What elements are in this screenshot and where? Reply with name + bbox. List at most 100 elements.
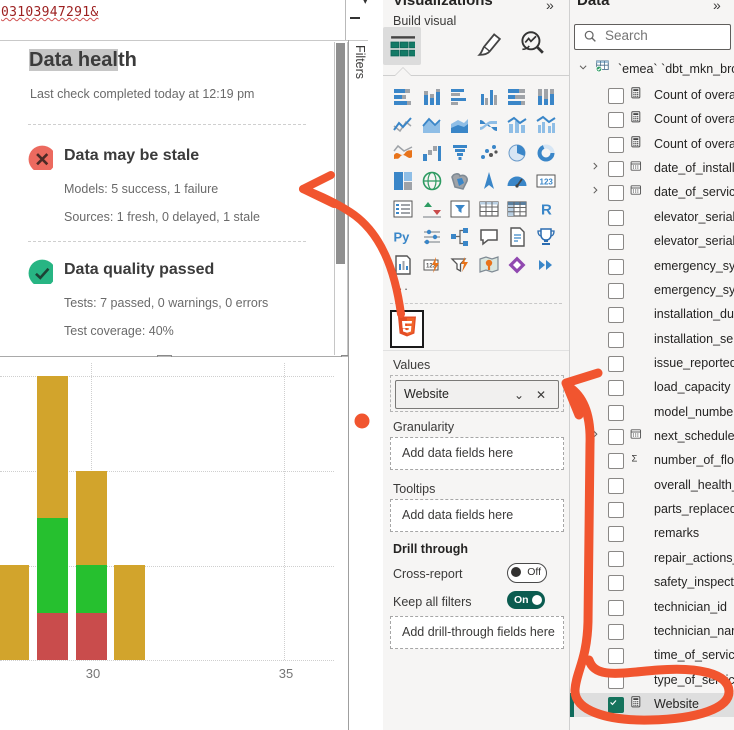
bar-segment-gold[interactable] <box>37 376 68 518</box>
field-row-Countofoveral[interactable]: Count of overal... <box>570 108 734 132</box>
field-row-Countofoveral[interactable]: Count of overal... <box>570 84 734 108</box>
visual-python-visual-icon[interactable]: Py <box>392 226 416 250</box>
visual-area-chart-icon[interactable] <box>421 114 445 138</box>
field-checkbox[interactable] <box>608 526 624 542</box>
caret-down-icon[interactable]: ▾ <box>363 0 368 7</box>
bar-segment-red[interactable] <box>76 613 107 660</box>
field-row-safety_inspectio[interactable]: safety_inspectio... <box>570 571 734 595</box>
values-well[interactable]: Website ⌄ ✕ <box>390 375 564 412</box>
granularity-well[interactable]: Add data fields here <box>390 437 564 470</box>
visual-clustered-column-chart-icon[interactable] <box>478 86 502 110</box>
visual-card-icon[interactable]: 123 <box>535 170 559 194</box>
field-checkbox[interactable] <box>608 673 624 689</box>
field-row-load_capacity[interactable]: load_capacity <box>570 376 734 400</box>
chevron-down-icon[interactable] <box>578 62 593 82</box>
field-row-Website[interactable]: Website <box>570 693 734 717</box>
visual-acterys-visual-icon[interactable] <box>506 254 530 278</box>
field-row-date_of_service[interactable]: date_of_service <box>570 181 734 205</box>
field-checkbox[interactable] <box>608 600 624 616</box>
chevron-down-icon[interactable]: ⌄ <box>514 388 524 402</box>
bar-segment-green[interactable] <box>76 565 107 612</box>
minimize-icon[interactable] <box>350 17 360 19</box>
visual-arcgis-map-icon[interactable] <box>478 254 502 278</box>
more-visuals-button[interactable]: ... <box>393 278 410 293</box>
field-row-installation_serv[interactable]: installation_serv... <box>570 328 734 352</box>
build-visual-icon[interactable] <box>389 34 415 63</box>
visual-funnel-chart-icon[interactable] <box>449 142 473 166</box>
visual-100-stacked-column-chart-icon[interactable] <box>535 86 559 110</box>
visual-scatter-chart-icon[interactable] <box>478 142 502 166</box>
visual-line-and-clustered-column-chart-icon[interactable] <box>535 114 559 138</box>
visual-azure-map-icon[interactable] <box>478 170 502 194</box>
visual-wave-chart-icon[interactable] <box>392 142 416 166</box>
field-row-next_scheduled[interactable]: next_scheduled... <box>570 425 734 449</box>
field-row-Countofoveral[interactable]: Count of overal... <box>570 133 734 157</box>
bar-segment-gold[interactable] <box>114 565 145 660</box>
visual-line-and-stacked-column-chart-icon[interactable] <box>506 114 530 138</box>
field-row-installation_dur[interactable]: installation_dur... <box>570 303 734 327</box>
card-scrollbar[interactable] <box>334 42 348 355</box>
field-checkbox[interactable] <box>608 575 624 591</box>
visual-kpi-icon[interactable] <box>421 198 445 222</box>
field-checkbox[interactable] <box>608 283 624 299</box>
chevron-right-icon[interactable] <box>590 161 605 181</box>
field-checkbox[interactable] <box>608 112 624 128</box>
field-checkbox[interactable] <box>608 380 624 396</box>
analytics-icon[interactable] <box>519 30 544 60</box>
bar-segment-red[interactable] <box>37 613 68 660</box>
chevron-right-icon[interactable] <box>590 429 605 449</box>
field-row-elevator_serial_[interactable]: elevator_serial_... <box>570 206 734 230</box>
field-row-emergency_syst[interactable]: emergency_syst... <box>570 279 734 303</box>
visual-paginated-report-icon[interactable] <box>392 254 416 278</box>
bar-segment-gold[interactable] <box>76 471 107 566</box>
collapse-pane-icon[interactable]: » <box>546 0 554 13</box>
visual-100-stacked-bar-chart-icon[interactable] <box>506 86 530 110</box>
format-visual-icon[interactable] <box>476 31 501 61</box>
stacked-column-chart[interactable]: 3035 <box>0 357 348 730</box>
field-row-type_of_service[interactable]: type_of_service <box>570 669 734 693</box>
field-row-number_of_floo[interactable]: Σnumber_of_floo... <box>570 449 734 473</box>
drill-through-well[interactable]: Add drill-through fields here <box>390 616 564 649</box>
visual-line-chart-icon[interactable] <box>392 114 416 138</box>
visual-gauge-icon[interactable] <box>506 170 530 194</box>
field-row-overall_health_c[interactable]: overall_health_c... <box>570 474 734 498</box>
visual-decomposition-tree-icon[interactable] <box>449 226 473 250</box>
visual-stacked-column-chart-icon[interactable] <box>421 86 445 110</box>
field-checkbox[interactable] <box>608 307 624 323</box>
visual-stacked-area-chart-icon[interactable] <box>449 114 473 138</box>
collapse-pane-icon[interactable]: » <box>713 0 721 13</box>
field-checkbox[interactable] <box>608 478 624 494</box>
bar-segment-green[interactable] <box>37 518 68 613</box>
field-row-remarks[interactable]: remarks <box>570 522 734 546</box>
table-row[interactable]: `emea` `dbt_mkn_bron... <box>570 58 734 82</box>
visual-r-script-visual-icon[interactable]: R <box>535 198 559 222</box>
scrollbar-thumb[interactable] <box>336 43 345 264</box>
visual-table-icon[interactable] <box>478 198 502 222</box>
field-checkbox[interactable] <box>608 161 624 177</box>
visual-multi-row-card-icon[interactable] <box>392 198 416 222</box>
visual-clustered-bar-chart-icon[interactable] <box>449 86 473 110</box>
visual-pie-chart-icon[interactable] <box>506 142 530 166</box>
bar-segment-gold[interactable] <box>0 565 29 660</box>
visual-power-apps-icon[interactable]: 123 <box>421 254 445 278</box>
field-row-parts_replaced[interactable]: parts_replaced <box>570 498 734 522</box>
field-checkbox[interactable] <box>608 405 624 421</box>
field-checkbox[interactable] <box>608 356 624 372</box>
field-row-issue_reported[interactable]: issue_reported <box>570 352 734 376</box>
visual-power-automate-visual-icon[interactable] <box>449 254 473 278</box>
field-row-technician_id[interactable]: technician_id <box>570 596 734 620</box>
visual-map-icon[interactable] <box>421 170 445 194</box>
chevron-right-icon[interactable] <box>590 185 605 205</box>
field-row-date_of_installa[interactable]: date_of_installa... <box>570 157 734 181</box>
field-checkbox[interactable] <box>608 185 624 201</box>
field-checkbox[interactable] <box>608 259 624 275</box>
field-checkbox[interactable] <box>608 332 624 348</box>
field-checkbox[interactable] <box>608 137 624 153</box>
field-checkbox[interactable] <box>608 697 624 713</box>
visual-ribbon-chart-icon[interactable] <box>478 114 502 138</box>
field-checkbox[interactable] <box>608 453 624 469</box>
visual-waterfall-chart-icon[interactable] <box>421 142 445 166</box>
visual-power-automate-flow-icon[interactable] <box>535 254 559 278</box>
field-row-model_number[interactable]: model_number <box>570 401 734 425</box>
field-checkbox[interactable] <box>608 502 624 518</box>
